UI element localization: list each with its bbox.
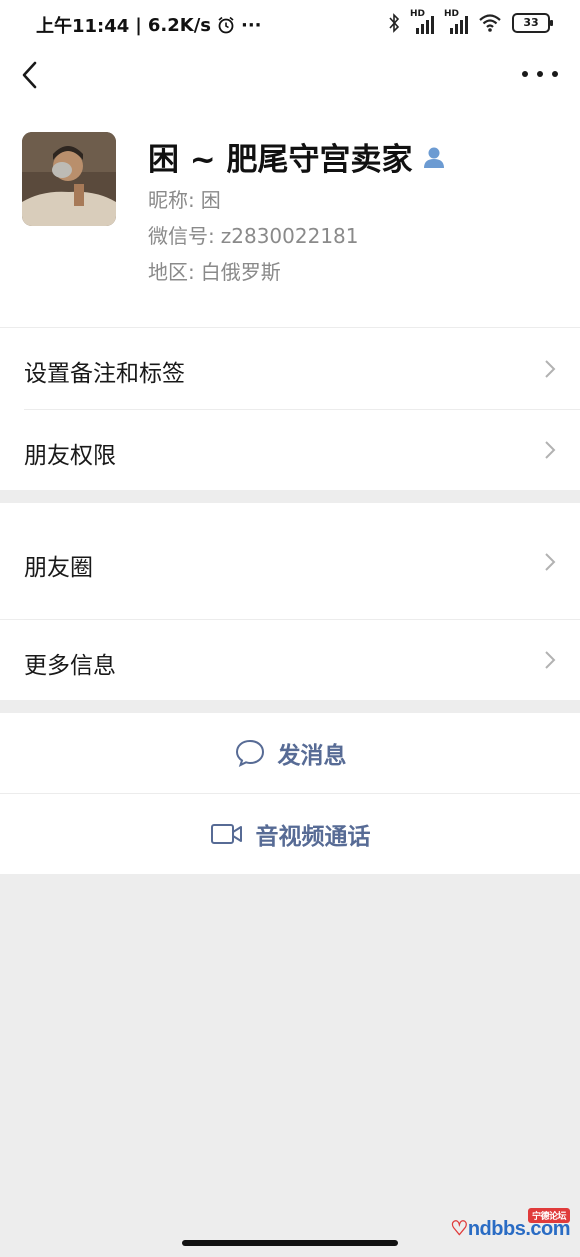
wechat-id-line: 微信号: z2830022181 bbox=[148, 224, 359, 248]
chat-bubble-icon bbox=[235, 739, 264, 767]
more-info-row[interactable]: 更多信息 bbox=[0, 620, 580, 700]
remark-tags-row[interactable]: 设置备注和标签 bbox=[0, 328, 580, 409]
alarm-icon bbox=[218, 16, 234, 34]
video-camera-icon bbox=[210, 824, 242, 844]
status-right: HD HD 33 bbox=[388, 9, 553, 34]
region-line: 地区: 白俄罗斯 bbox=[148, 260, 281, 284]
contact-badge-icon bbox=[423, 147, 444, 168]
network-speed: 6.2K/s bbox=[147, 14, 211, 36]
chevron-right-icon bbox=[545, 553, 556, 571]
video-call-button[interactable]: 音视频通话 bbox=[0, 794, 580, 874]
send-message-label: 发消息 bbox=[277, 743, 347, 769]
heart-icon: ♡ bbox=[450, 1218, 468, 1240]
video-call-label: 音视频通话 bbox=[255, 824, 371, 850]
send-message-button[interactable]: 发消息 bbox=[0, 713, 580, 793]
home-indicator[interactable] bbox=[182, 1240, 398, 1246]
signal-strength-icon-1: HD bbox=[410, 9, 434, 34]
remark-tags-label: 设置备注和标签 bbox=[24, 361, 185, 387]
status-left: 上午11:44 | 6.2K/s ··· bbox=[36, 12, 262, 38]
status-more-dots: ··· bbox=[241, 14, 262, 36]
region-value: 白俄罗斯 bbox=[200, 260, 281, 284]
battery-level: 33 bbox=[523, 16, 539, 29]
status-bar: 上午11:44 | 6.2K/s ··· HD HD 33 bbox=[0, 0, 580, 46]
bluetooth-icon bbox=[389, 13, 400, 33]
status-time: 上午11:44 bbox=[36, 16, 130, 37]
battery-icon: 33 bbox=[512, 13, 553, 33]
chevron-right-icon bbox=[545, 651, 556, 669]
friend-permissions-row[interactable]: 朋友权限 bbox=[0, 410, 580, 490]
avatar[interactable] bbox=[22, 132, 116, 226]
wifi-icon bbox=[479, 14, 501, 32]
more-info-label: 更多信息 bbox=[24, 653, 116, 679]
more-icon[interactable] bbox=[522, 62, 558, 86]
chevron-left-icon[interactable] bbox=[16, 58, 46, 92]
moments-label: 朋友圈 bbox=[24, 555, 93, 581]
signal-strength-icon-2: HD bbox=[444, 9, 468, 34]
moments-row[interactable]: 朋友圈 bbox=[0, 503, 580, 619]
display-name: 困 ~ 肥尾守宫卖家 bbox=[148, 134, 447, 179]
wechat-id-value: z2830022181 bbox=[220, 224, 359, 248]
nickname-value: 困 bbox=[200, 188, 221, 212]
chevron-right-icon bbox=[545, 441, 556, 459]
site-watermark: 宁德论坛 ♡ndbbs.com bbox=[450, 1208, 571, 1241]
friend-permissions-label: 朋友权限 bbox=[24, 443, 116, 469]
avatar-image bbox=[22, 132, 116, 226]
nickname-line: 昵称: 困 bbox=[148, 188, 221, 212]
chevron-right-icon bbox=[545, 360, 556, 378]
